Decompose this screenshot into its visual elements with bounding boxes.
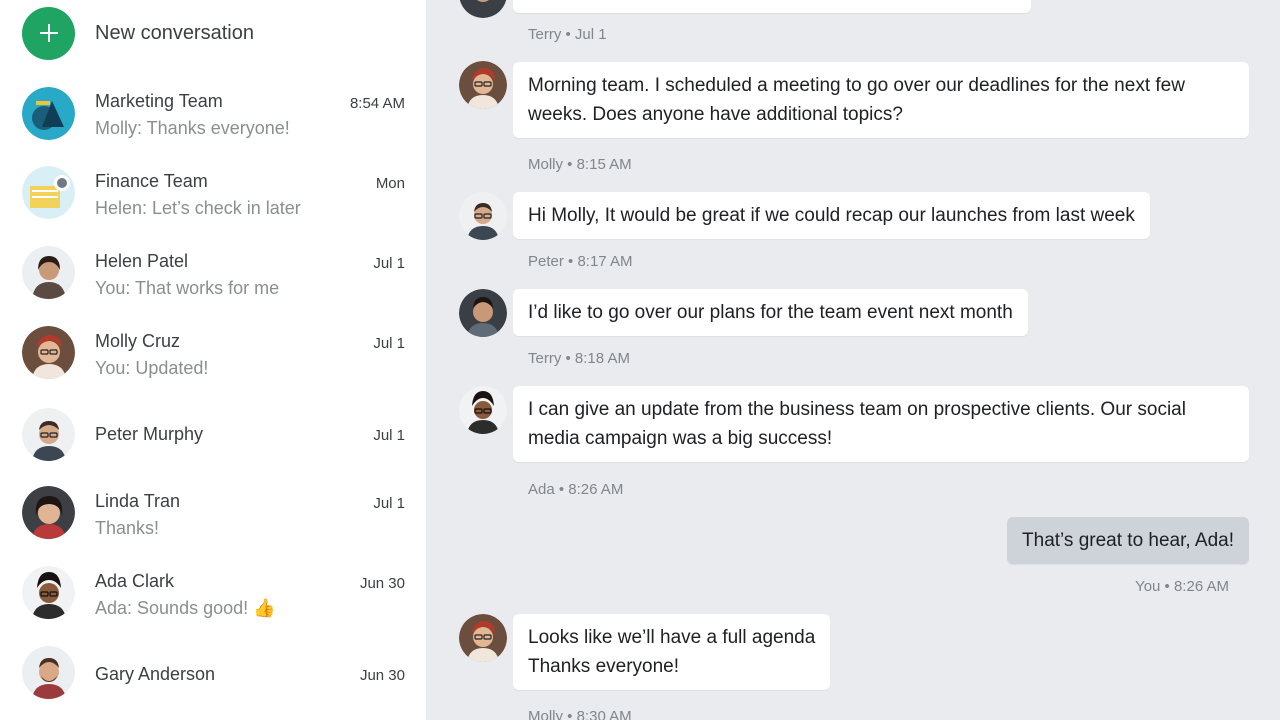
conversation-preview: You: That works for me xyxy=(95,278,280,298)
message-bubble: Looks like we’ll have a full agenda Than… xyxy=(513,614,831,690)
conversation-name: Finance Team xyxy=(95,171,208,191)
message-bubble: Hi Molly, It would be great if we could … xyxy=(513,192,1150,239)
conversation-item-finance-team[interactable]: Finance Team Helen: Let’s check in later… xyxy=(0,154,426,234)
conversation-name: Linda Tran xyxy=(95,491,181,511)
conversation-time: Jul 1 xyxy=(373,427,405,444)
message-meta: Peter • 8:17 AM xyxy=(528,253,633,270)
avatar xyxy=(22,246,75,299)
message-meta: Molly • 8:30 AM xyxy=(528,708,632,720)
conversation-name: Ada Clark xyxy=(95,571,175,591)
message-avatar-terry xyxy=(459,0,507,18)
conversation-time: Jul 1 xyxy=(373,255,405,272)
conversation-name: Peter Murphy xyxy=(95,424,204,444)
add-icon xyxy=(22,6,75,60)
own-message-bubble: That’s great to hear, Ada! xyxy=(1007,517,1249,564)
conversation-name: Gary Anderson xyxy=(95,664,216,684)
conversation-item-molly-cruz[interactable]: Molly Cruz You: Updated! Jul 1 xyxy=(0,314,426,394)
conversation-item-ada-clark[interactable]: Ada Clark Ada: Sounds good! 👍 Jun 30 xyxy=(0,554,426,634)
conversation-time: 8:54 AM xyxy=(349,95,405,112)
conversation-name: Marketing Team xyxy=(95,91,223,111)
avatar xyxy=(22,326,75,379)
conversation-time: Mon xyxy=(375,175,405,192)
conversation-sidebar: New conversation Marketing Team Molly: T… xyxy=(0,0,426,720)
message-avatar-molly xyxy=(459,61,507,109)
avatar xyxy=(22,486,75,539)
avatar xyxy=(22,566,75,619)
message-bubble: I can give an update from the business t… xyxy=(513,386,1249,462)
chat-thread: Terry • Jul 1 Morning team. I scheduled … xyxy=(426,0,1280,720)
message-bubble: I’d like to go over our plans for the te… xyxy=(513,289,1028,336)
conversation-preview: Ada: Sounds good! 👍 xyxy=(95,598,276,618)
conversation-name: Helen Patel xyxy=(95,251,189,271)
conversation-preview: Helen: Let’s check in later xyxy=(95,198,301,218)
conversation-item-helen-patel[interactable]: Helen Patel You: That works for me Jul 1 xyxy=(0,234,426,314)
conversation-time: Jun 30 xyxy=(359,667,405,684)
avatar xyxy=(22,408,75,461)
avatar xyxy=(22,646,75,699)
conversation-name: Molly Cruz xyxy=(95,331,181,351)
message-bubble: Morning team. I scheduled a meeting to g… xyxy=(513,62,1249,138)
conversation-item-marketing-team[interactable]: Marketing Team Molly: Thanks everyone! 8… xyxy=(0,74,426,154)
message-meta: Terry • Jul 1 xyxy=(528,26,607,43)
message-meta: Molly • 8:15 AM xyxy=(528,156,632,173)
message-meta: You • 8:26 AM xyxy=(1135,578,1229,595)
group-avatar xyxy=(22,87,75,140)
group-avatar xyxy=(22,166,75,219)
message-bubble xyxy=(513,0,1031,13)
conversation-time: Jun 30 xyxy=(359,575,405,592)
message-meta: Terry • 8:18 AM xyxy=(528,350,630,367)
message-avatar-molly xyxy=(459,614,507,662)
new-conversation-button[interactable]: New conversation xyxy=(22,6,402,60)
message-meta: Ada • 8:26 AM xyxy=(528,481,624,498)
message-avatar-terry xyxy=(459,289,507,337)
message-avatar-peter xyxy=(459,192,507,240)
conversation-preview: You: Updated! xyxy=(95,358,209,378)
conversation-time: Jul 1 xyxy=(373,495,405,512)
conversation-item-peter-murphy[interactable]: Peter Murphy Jul 1 xyxy=(0,394,426,474)
conversation-preview: Molly: Thanks everyone! xyxy=(95,118,290,138)
conversation-preview: Thanks! xyxy=(95,518,160,538)
conversation-time: Jul 1 xyxy=(373,335,405,352)
conversation-item-linda-tran[interactable]: Linda Tran Thanks! Jul 1 xyxy=(0,474,426,554)
conversation-item-gary-anderson[interactable]: Gary Anderson Jun 30 xyxy=(0,634,426,714)
new-conversation-label: New conversation xyxy=(95,21,254,44)
message-avatar-ada xyxy=(459,386,507,434)
